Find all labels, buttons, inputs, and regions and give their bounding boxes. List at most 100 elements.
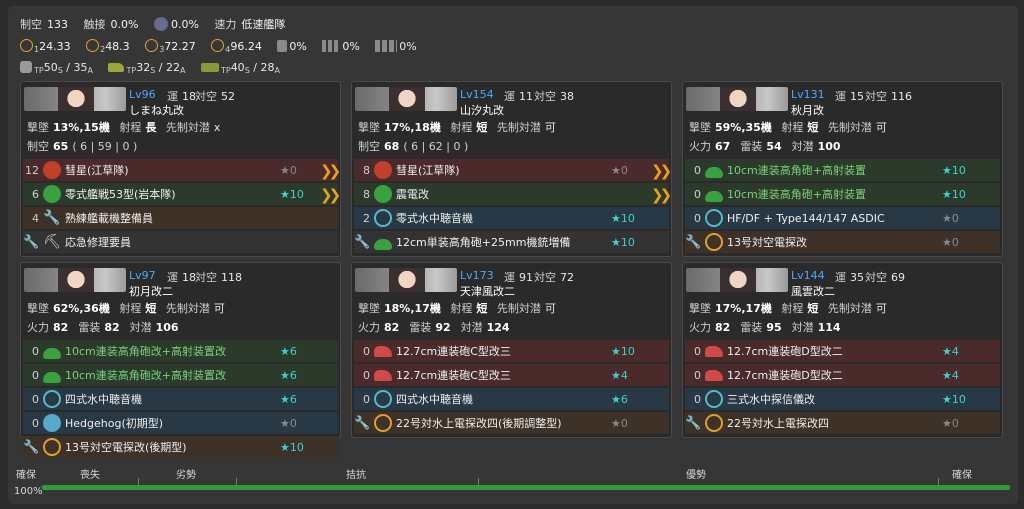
firepower-label: 火力 [689,140,711,153]
ship-aa: 対空 69 [865,269,905,285]
los-value-2: 48.3 [105,40,130,53]
ship-name[interactable]: しまね丸改 [129,102,184,118]
proficiency-empty [982,391,1000,407]
main-gun-icon [374,369,392,381]
equipment-slot[interactable]: 0 12.7cm連装砲C型改三 ★4 [354,364,669,386]
proficiency-empty [320,439,338,455]
proficiency-chevron-icon: ❯❯ [320,162,341,180]
improvement-value: 0 [289,416,297,430]
equipment-slot[interactable]: 2 零式水中聴音機 ★10 [354,207,669,229]
equipment-slot[interactable]: 🔧 22号対水上電探改四 ★0 [685,412,1000,434]
equipment-slot[interactable]: 0 12.7cm連装砲C型改三 ★10 [354,340,669,362]
opening-asw-value: 可 [875,121,887,134]
equipment-slot[interactable]: 8 彗星(江草隊) ★0 ❯❯ [354,159,672,181]
improvement-value: 6 [620,392,628,406]
ship-card[interactable]: Lv144 運 35 対空 69 風雲改二 撃墜 17%,17機 射程短 先制対潜可 … [682,262,1003,438]
improvement-level: ★0 [611,163,628,177]
torpedo-value: 54 [766,140,782,153]
equipment-slot[interactable]: 🔧 ⛏ 応急修理要員 [23,231,338,253]
ship-banner-image[interactable] [686,87,788,111]
equipment-name: HF/DF + Type144/147 ASDIC [727,211,885,225]
ship-name[interactable]: 風雲改二 [791,283,835,299]
air-superiority-percent: 100% [14,486,43,497]
equipment-slot[interactable]: 🔧 12cm単装高角砲+25mm機銃増備 ★10 [354,231,669,253]
slot-aircraft-count: 0 [694,211,701,225]
los-icon [145,39,159,52]
improvement-level: ★0 [942,416,959,430]
air-state-label: 喪失 [80,470,100,481]
equipment-slot[interactable]: 0 四式水中聴音機 ★6 [23,388,338,410]
ship-stats-line: 火力 82 雷装 82 対潜 106 [27,319,189,335]
equipment-slot[interactable]: 🔧 22号対水上電探改四(後期調整型) ★0 [354,412,669,434]
equipment-slot[interactable]: 8 震電改 ❯❯ [354,183,672,205]
air-state-label: 確保 [16,470,36,481]
equipment-name: Hedgehog(初期型) [65,417,164,430]
speed-value: 低速艦隊 [241,18,286,31]
can-value-3: 0% [399,40,417,53]
equipment-slot[interactable]: 0 Hedgehog(初期型) ★0 [23,412,338,434]
shootdown-label: 撃墜 [27,302,49,315]
ship-portrait [58,268,94,292]
asw-label: 対潜 [791,321,814,334]
slot-aircraft-count: 0 [363,368,370,382]
ship-banner-image[interactable] [355,87,457,111]
equipment-slot[interactable]: 0 四式水中聴音機 ★6 [354,388,669,410]
aa-label: 対空 [865,90,887,103]
slot-aircraft-count: 0 [363,392,370,406]
equipment-slot[interactable]: 0 10cm連装高角砲+高射装置 ★10 [685,159,1000,181]
opening-asw-value: 可 [213,302,225,315]
aa-gun-icon [705,191,723,202]
equipment-name: 彗星(江草隊) [65,164,129,177]
ship-stats-line: 制空 65( 6 | 59 | 0 ) [27,138,141,154]
air-power-label: 制空 [20,18,42,31]
tp-s-value-2: 32 [136,61,151,74]
ship-banner-image[interactable] [24,87,126,111]
drum-icon [20,61,32,73]
aa-label: 対空 [195,271,217,284]
equipment-slot[interactable]: 0 三式水中探信儀改 ★10 [685,388,1000,410]
ship-card[interactable]: Lv131 運 15 対空 116 秋月改 撃墜 59%,35機 射程短 先制対潜可 … [682,81,1003,257]
ship-portrait [389,268,425,292]
equipment-name: 応急修理要員 [65,236,131,249]
ship-name[interactable]: 天津風改二 [460,283,515,299]
improvement-level: ★10 [611,235,635,249]
improvement-level: ★4 [942,368,959,382]
los-value-3: 72.27 [164,40,196,53]
equipment-slot[interactable]: 4 🔧 熟練艦載機整備員 [23,207,338,229]
repair-icon: ⛏ [43,234,61,250]
improvement-value: 0 [951,416,959,430]
improvement-level: ★10 [280,440,304,454]
ship-card[interactable]: Lv97 運 18 対空 118 初月改二 撃墜 62%,36機 射程短 先制対潜可 … [20,262,341,458]
ship-banner-image[interactable] [355,268,457,292]
ship-name[interactable]: 初月改二 [129,283,173,299]
tp-a-value-1: 35 [73,61,88,74]
ship-card[interactable]: Lv154 運 11 対空 38 山汐丸改 撃墜 17%,18機 射程短 先制対潜可 … [351,81,672,257]
equipment-slot[interactable]: 0 10cm連装高角砲+高射装置 ★10 [685,183,1000,205]
ship-banner-image[interactable] [686,268,788,292]
ship-banner-image[interactable] [24,268,126,292]
equipment-slot[interactable]: 0 HF/DF + Type144/147 ASDIC ★0 [685,207,1000,229]
equipment-slot[interactable]: 0 12.7cm連装砲D型改二 ★4 [685,340,1000,362]
ship-name[interactable]: 秋月改 [791,102,824,118]
tp-label: TP [126,66,137,75]
luck-label: 運 [504,90,515,103]
equipment-slot[interactable]: 0 12.7cm連装砲D型改二 ★4 [685,364,1000,386]
improvement-level: ★0 [280,163,297,177]
equipment-slot[interactable]: 12 彗星(江草隊) ★0 ❯❯ [23,159,341,181]
los-value-4: 96.24 [230,40,262,53]
ship-card[interactable]: Lv173 運 91 対空 72 天津風改二 撃墜 18%,17機 射程短 先制対潜可… [351,262,672,438]
ship-card[interactable]: Lv96 運 18 対空 52 しまね丸改 撃墜 13%,15機 射程長 先制対潜 x … [20,81,341,257]
equipment-slot[interactable]: 🔧 13号対空電探改(後期型) ★10 [23,436,338,458]
ship-name[interactable]: 山汐丸改 [460,102,504,118]
radar-icon [43,438,61,456]
equipment-slot[interactable]: 0 10cm連装高角砲改+高射装置改 ★6 [23,340,338,362]
equipment-slot[interactable]: 🔧 13号対空電探改 ★0 [685,231,1000,253]
proficiency-chevron-icon: ❯❯ [651,162,672,180]
tp-row: TP50S / 35A TP32S / 22A TP40S / 28A [20,61,280,75]
proficiency-empty [651,367,669,383]
slot-aircraft-count: 0 [694,392,701,406]
equipment-slot[interactable]: 6 零式艦戦53型(岩本隊) ★10 ❯❯ [23,183,341,205]
air-state-label: 劣勢 [176,470,196,481]
expansion-slot-wrench-icon: 🔧 [685,415,702,431]
equipment-slot[interactable]: 0 10cm連装高角砲改+高射装置改 ★6 [23,364,338,386]
